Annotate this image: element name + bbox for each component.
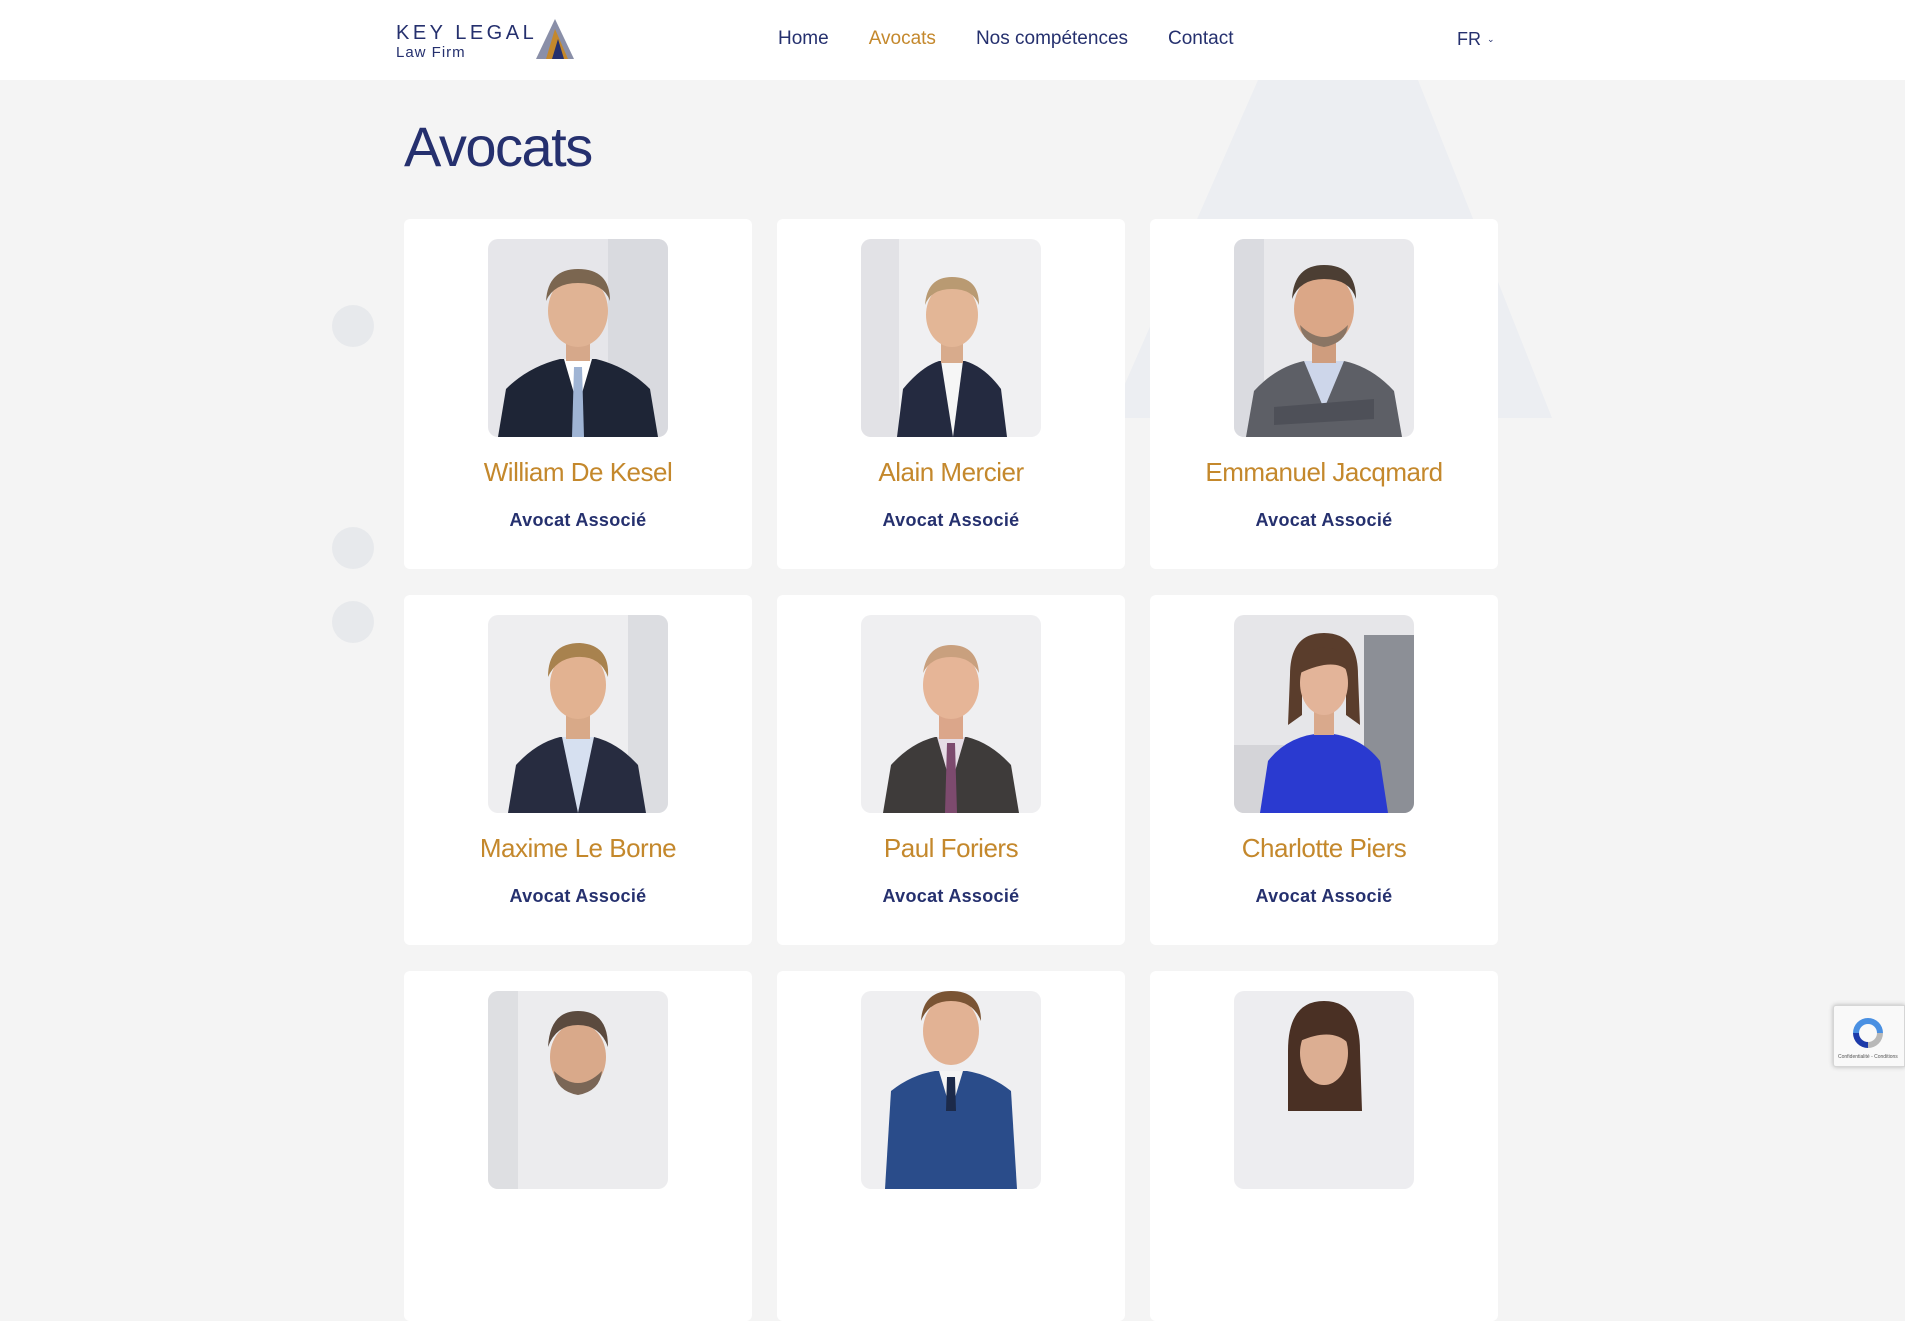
logo-subtitle: Law Firm xyxy=(396,44,466,61)
lawyer-photo xyxy=(861,991,1041,1189)
lawyer-role: Avocat Associé xyxy=(509,886,647,906)
language-selector[interactable]: FR ⌄ xyxy=(1457,29,1495,50)
lawyer-card[interactable]: Emmanuel Jacqmard Avocat Associé xyxy=(1150,219,1498,569)
recaptcha-links: Confidentialité - Conditions xyxy=(1838,1054,1898,1060)
language-label: FR xyxy=(1457,29,1481,49)
lawyer-role: Avocat Associé xyxy=(882,886,1020,906)
lawyer-photo xyxy=(488,991,668,1189)
lawyer-card[interactable]: Maxime Le Borne Avocat Associé xyxy=(404,595,752,945)
site-header: KEY LEGAL Law Firm Home Avocats Nos comp… xyxy=(0,0,1905,80)
lawyer-card[interactable]: Charlotte Piers Avocat Associé xyxy=(1150,595,1498,945)
decorative-dot xyxy=(332,305,374,347)
lawyer-card[interactable] xyxy=(404,971,752,1321)
lawyer-card[interactable] xyxy=(1150,971,1498,1321)
lawyer-card[interactable]: Alain Mercier Avocat Associé xyxy=(777,219,1125,569)
decorative-dot xyxy=(332,527,374,569)
lawyer-name: Alain Mercier xyxy=(878,457,1024,487)
chevron-down-icon: ⌄ xyxy=(1487,34,1495,44)
lawyer-card[interactable]: William De Kesel Avocat Associé xyxy=(404,219,752,569)
recaptcha-badge[interactable]: Confidentialité - Conditions xyxy=(1833,1005,1905,1067)
lawyer-card[interactable] xyxy=(777,971,1125,1321)
lawyer-photo xyxy=(1234,991,1414,1189)
lawyer-card[interactable]: Paul Foriers Avocat Associé xyxy=(777,595,1125,945)
decorative-dot xyxy=(332,601,374,643)
nav-home-link[interactable]: Home xyxy=(778,28,829,52)
nav-competences-link[interactable]: Nos compétences xyxy=(976,28,1128,52)
key-legal-logo[interactable]: KEY LEGAL Law Firm xyxy=(396,19,576,62)
lawyer-name: Maxime Le Borne xyxy=(479,833,677,863)
lawyer-name: Charlotte Piers xyxy=(1241,833,1407,863)
lawyer-photo xyxy=(488,239,668,437)
lawyer-role: Avocat Associé xyxy=(882,510,1020,530)
lawyer-name: Paul Foriers xyxy=(883,833,1019,863)
page-title: Avocats xyxy=(404,115,593,178)
lawyer-role: Avocat Associé xyxy=(509,510,647,530)
lawyer-photo xyxy=(1234,239,1414,437)
lawyer-name: William De Kesel xyxy=(483,457,673,487)
main-navigation: Home Avocats Nos compétences Contact xyxy=(778,28,1234,52)
lawyer-role: Avocat Associé xyxy=(1255,510,1393,530)
lawyer-role: Avocat Associé xyxy=(1255,886,1393,906)
logo-title: KEY LEGAL xyxy=(396,22,538,44)
logo-triangle-icon xyxy=(536,19,574,59)
lawyer-photo xyxy=(861,239,1041,437)
nav-contact-link[interactable]: Contact xyxy=(1168,28,1233,52)
lawyer-photo xyxy=(488,615,668,813)
lawyer-photo xyxy=(1234,615,1414,813)
lawyer-name: Emmanuel Jacqmard xyxy=(1205,457,1443,487)
lawyer-photo xyxy=(861,615,1041,813)
nav-avocats-link[interactable]: Avocats xyxy=(869,28,936,52)
recaptcha-icon xyxy=(1853,1018,1883,1048)
